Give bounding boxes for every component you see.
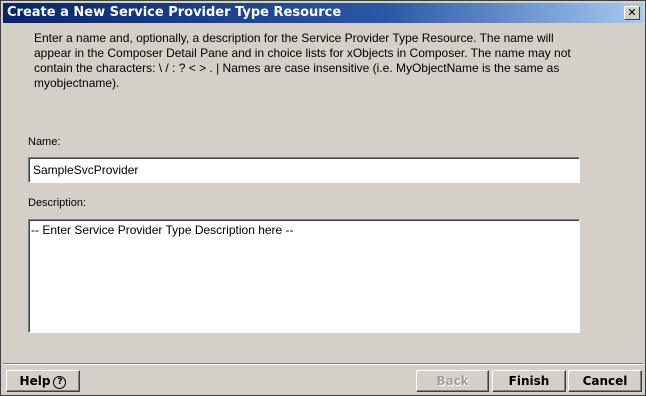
description-textarea[interactable]: -- Enter Service Provider Type Descripti… xyxy=(28,219,580,333)
name-label: Name: xyxy=(28,136,61,148)
title-bar[interactable]: Create a New Service Provider Type Resou… xyxy=(3,3,643,23)
close-icon: ✕ xyxy=(627,6,637,19)
back-button[interactable]: Back xyxy=(416,370,489,392)
finish-button-label: Finish xyxy=(508,374,550,388)
footer-separator xyxy=(3,363,643,365)
instructions-text: Enter a name and, optionally, a descript… xyxy=(34,31,571,90)
name-input[interactable] xyxy=(28,157,580,183)
cancel-button-label: Cancel xyxy=(582,374,628,388)
dialog-window: Create a New Service Provider Type Resou… xyxy=(0,0,646,396)
close-button[interactable]: ✕ xyxy=(624,6,640,20)
cancel-button[interactable]: Cancel xyxy=(568,370,642,392)
finish-button[interactable]: Finish xyxy=(492,370,566,392)
help-button-label: Help xyxy=(19,374,51,388)
window-title: Create a New Service Provider Type Resou… xyxy=(7,5,342,20)
back-button-label: Back xyxy=(436,374,469,388)
help-button[interactable]: Help? xyxy=(6,370,80,392)
help-icon: ? xyxy=(53,376,67,389)
description-label: Description: xyxy=(28,197,87,209)
